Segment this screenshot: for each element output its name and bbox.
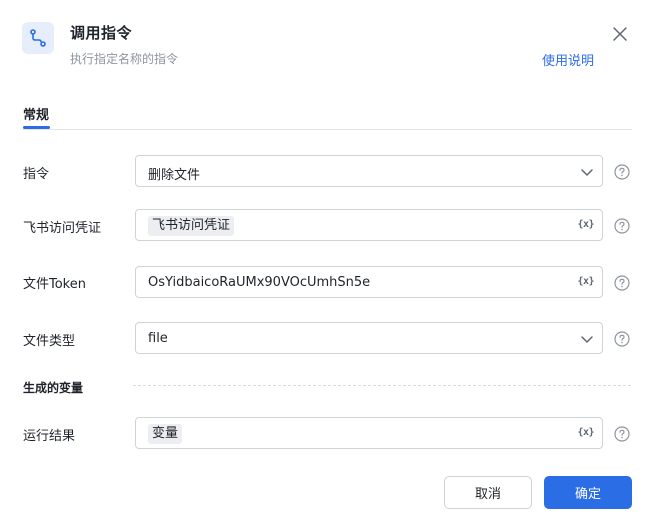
command-dialog: 调用指令 执行指定名称的指令 使用说明 常规 指令 删除文件 飞书访问凭证 飞书…	[0, 0, 655, 527]
credential-label: 飞书访问凭证	[23, 221, 102, 236]
flow-route-icon	[22, 22, 54, 54]
result-variable-chip[interactable]: 变量	[148, 424, 183, 444]
question-circle-icon[interactable]	[614, 331, 630, 347]
question-circle-icon[interactable]	[614, 275, 630, 291]
credential-field[interactable]: 飞书访问凭证 {x}	[135, 209, 603, 241]
file-type-label: 文件类型	[23, 334, 76, 349]
cancel-button[interactable]: 取消	[444, 476, 532, 509]
file-type-select-value: file	[148, 331, 168, 346]
section-divider	[133, 385, 631, 386]
insert-variable-button[interactable]: {x}	[577, 427, 594, 438]
command-select-value: 删除文件	[148, 168, 201, 183]
help-link[interactable]: 使用说明	[542, 50, 594, 69]
tab-divider	[23, 129, 632, 130]
file-token-value: OsYidbaicoRaUMx90VOcUmhSn5e	[148, 275, 371, 290]
chevron-down-icon	[581, 336, 593, 343]
dialog-subtitle: 执行指定名称的指令	[70, 52, 179, 66]
output-section-title: 生成的变量	[23, 381, 84, 395]
credential-variable-chip[interactable]: 飞书访问凭证	[148, 216, 235, 236]
insert-variable-button[interactable]: {x}	[577, 276, 594, 287]
insert-variable-button[interactable]: {x}	[577, 219, 594, 230]
question-circle-icon[interactable]	[614, 426, 630, 442]
question-circle-icon[interactable]	[614, 218, 630, 234]
close-button[interactable]	[611, 25, 629, 43]
command-label: 指令	[23, 167, 50, 182]
question-circle-icon[interactable]	[614, 164, 630, 180]
result-variable-field[interactable]: 变量 {x}	[135, 417, 603, 449]
file-token-input[interactable]: OsYidbaicoRaUMx90VOcUmhSn5e {x}	[135, 266, 603, 298]
file-type-select[interactable]: file	[135, 322, 603, 354]
result-label: 运行结果	[23, 429, 76, 444]
confirm-button[interactable]: 确定	[544, 476, 632, 509]
tab-general[interactable]: 常规	[23, 104, 49, 123]
close-icon	[613, 27, 627, 41]
file-token-label: 文件Token	[23, 277, 86, 292]
command-select[interactable]: 删除文件	[135, 155, 603, 187]
dialog-title: 调用指令	[70, 24, 133, 42]
chevron-down-icon	[581, 169, 593, 176]
